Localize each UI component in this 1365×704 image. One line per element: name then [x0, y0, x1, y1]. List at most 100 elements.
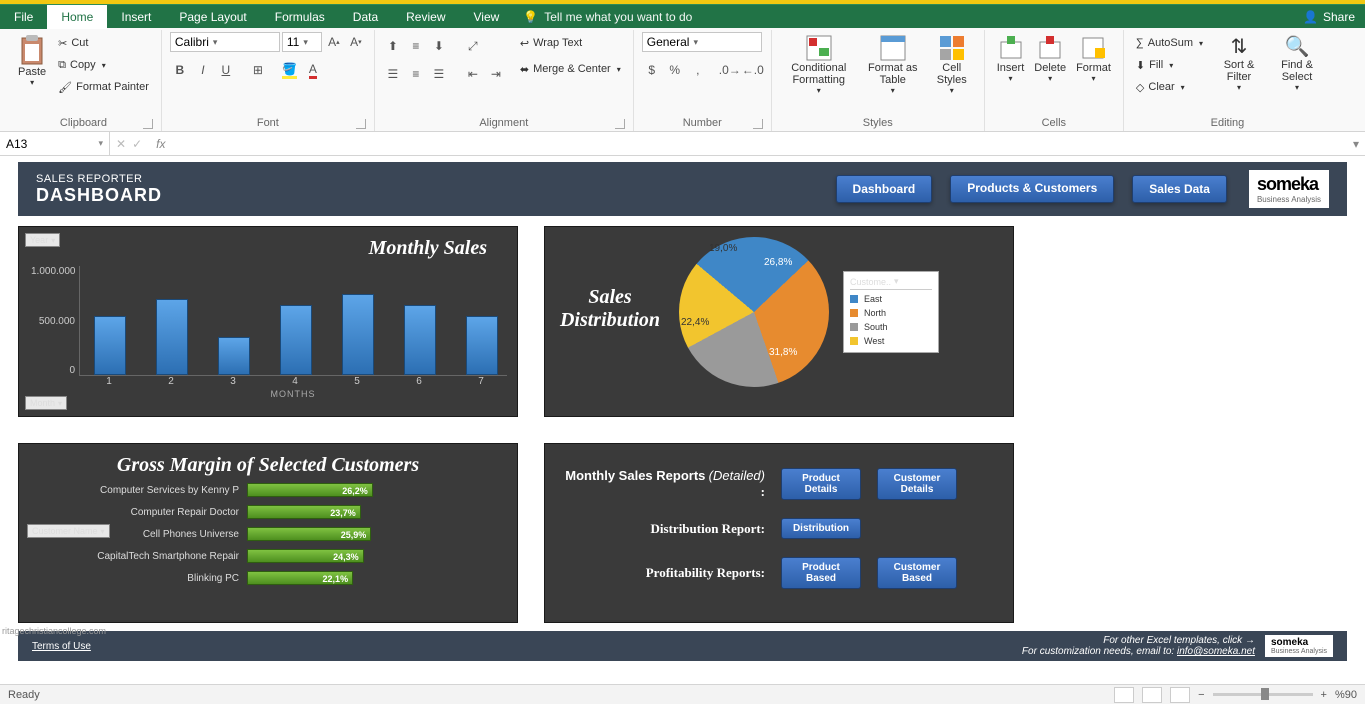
hbar-row: Computer Repair Doctor23,7% — [39, 505, 507, 519]
zoom-in-button[interactable]: + — [1321, 689, 1327, 701]
normal-view-button[interactable] — [1114, 687, 1134, 703]
tab-page-layout[interactable]: Page Layout — [165, 5, 260, 29]
footer-email[interactable]: info@someka.net — [1177, 646, 1255, 657]
bold-button[interactable]: B — [170, 60, 190, 80]
underline-button[interactable]: U — [216, 60, 236, 80]
find-select-button[interactable]: 🔍Find & Select▾ — [1271, 32, 1323, 94]
tab-insert[interactable]: Insert — [107, 5, 165, 29]
accounting-format-button[interactable]: $ — [642, 60, 662, 80]
worksheet-area[interactable]: SALES REPORTER DASHBOARD Dashboard Produ… — [0, 156, 1365, 684]
align-bottom-button[interactable]: ⬇ — [429, 36, 449, 56]
format-as-table-button[interactable]: Format as Table▾ — [860, 32, 926, 97]
comma-button[interactable]: , — [688, 60, 708, 80]
increase-font-button[interactable]: A▴ — [324, 32, 344, 52]
insert-cells-button[interactable]: Insert▾ — [993, 32, 1029, 85]
monthly-sales-card: Year▾ Monthly Sales 1.000.000 500.000 0 … — [18, 226, 518, 417]
terms-link[interactable]: Terms of Use — [32, 641, 91, 652]
tab-file[interactable]: File — [0, 5, 47, 29]
dialog-launcher-icon[interactable] — [356, 119, 366, 129]
tab-formulas[interactable]: Formulas — [261, 5, 339, 29]
delete-cells-button[interactable]: Delete▾ — [1030, 32, 1070, 85]
share-button[interactable]: 👤 Share — [1303, 10, 1355, 24]
sort-icon: ⇅ — [1231, 34, 1248, 59]
tab-home[interactable]: Home — [47, 5, 107, 29]
expand-formula-bar-icon[interactable]: ▾ — [1347, 137, 1365, 151]
decrease-decimal-button[interactable]: ←.0 — [743, 60, 763, 80]
customer-based-button[interactable]: Customer Based — [877, 557, 957, 589]
dialog-launcher-icon[interactable] — [143, 119, 153, 129]
autosum-button[interactable]: ∑AutoSum▾ — [1132, 32, 1207, 54]
zoom-out-button[interactable]: − — [1198, 689, 1204, 701]
hbar-value: 24,3% — [333, 550, 359, 564]
ytick: 1.000.000 — [31, 266, 75, 277]
chevron-down-icon: ▾ — [1199, 39, 1203, 48]
zoom-level[interactable]: %90 — [1335, 689, 1357, 701]
dialog-launcher-icon[interactable] — [753, 119, 763, 129]
font-color-button[interactable]: A — [303, 60, 323, 80]
increase-decimal-button[interactable]: .0→ — [720, 60, 740, 80]
cut-button[interactable]: ✂Cut — [54, 32, 153, 54]
format-cells-button[interactable]: Format▾ — [1072, 32, 1115, 85]
fill-button[interactable]: ⬇Fill▾ — [1132, 54, 1207, 76]
chevron-down-icon[interactable]: ▾ — [894, 276, 899, 287]
nav-dashboard-button[interactable]: Dashboard — [836, 175, 933, 203]
name-box[interactable]: A13▾ — [0, 132, 110, 155]
sales-distribution-card: Sales Distribution 26,8%31,8%22,4%19,0% … — [544, 226, 1014, 417]
tell-me[interactable]: 💡 Tell me what you want to do — [513, 10, 692, 24]
copy-button[interactable]: ⧉Copy▾ — [54, 54, 153, 76]
cell-styles-button[interactable]: Cell Styles▾ — [928, 32, 976, 97]
increase-indent-button[interactable]: ⇥ — [486, 64, 506, 84]
zoom-thumb[interactable] — [1261, 688, 1269, 700]
nav-sales-data-button[interactable]: Sales Data — [1132, 175, 1227, 203]
clear-label: Clear — [1148, 81, 1174, 93]
tab-view[interactable]: View — [460, 5, 514, 29]
align-center-button[interactable]: ≡ — [406, 64, 426, 84]
font-name-select[interactable]: Calibri▾ — [170, 32, 280, 52]
sort-filter-button[interactable]: ⇅Sort & Filter▾ — [1213, 32, 1265, 94]
format-painter-button[interactable]: 🖌Format Painter — [54, 76, 153, 98]
group-label: Editing — [1132, 115, 1323, 131]
cancel-icon[interactable]: ✕ — [116, 137, 126, 151]
distribution-button[interactable]: Distribution — [781, 518, 861, 539]
font-size-select[interactable]: 11▾ — [282, 32, 322, 52]
italic-button[interactable]: I — [193, 60, 213, 80]
zoom-slider[interactable] — [1213, 693, 1313, 696]
merge-center-button[interactable]: ⬌Merge & Center▾ — [516, 58, 625, 80]
customer-name-slicer[interactable]: Customer Name▾ — [27, 524, 110, 538]
align-left-button[interactable]: ☰ — [383, 64, 403, 84]
page-break-view-button[interactable] — [1170, 687, 1190, 703]
customer-details-button[interactable]: Customer Details — [877, 468, 957, 500]
tab-data[interactable]: Data — [339, 5, 392, 29]
hbar-fill: 22,1% — [247, 571, 353, 585]
conditional-formatting-button[interactable]: Conditional Formatting▾ — [780, 32, 858, 97]
percent-button[interactable]: % — [665, 60, 685, 80]
number-format-select[interactable]: General▾ — [642, 32, 762, 52]
decrease-indent-button[interactable]: ⇤ — [463, 64, 483, 84]
bar — [218, 337, 250, 376]
wrap-text-button[interactable]: ↩Wrap Text — [516, 32, 625, 54]
product-based-button[interactable]: Product Based — [781, 557, 861, 589]
border-button[interactable]: ⊞ — [248, 60, 268, 80]
align-middle-button[interactable]: ≡ — [406, 36, 426, 56]
report-label: Monthly Sales Reports (Detailed) : — [565, 468, 765, 500]
paste-button[interactable]: Paste ▾ — [14, 32, 50, 89]
product-details-button[interactable]: Product Details — [781, 468, 861, 500]
nav-products-button[interactable]: Products & Customers — [950, 175, 1114, 203]
tab-review[interactable]: Review — [392, 5, 459, 29]
enter-icon[interactable]: ✓ — [132, 137, 142, 151]
year-slicer[interactable]: Year▾ — [25, 233, 60, 247]
month-slicer[interactable]: Month▾ — [25, 396, 67, 410]
align-top-button[interactable]: ⬆ — [383, 36, 403, 56]
align-right-button[interactable]: ☰ — [429, 64, 449, 84]
status-ready: Ready — [8, 689, 40, 701]
orientation-button[interactable]: ⤢ — [463, 36, 483, 56]
x-tick: 2 — [155, 376, 187, 387]
fill-color-button[interactable]: 🪣 — [280, 60, 300, 80]
dialog-launcher-icon[interactable] — [615, 119, 625, 129]
fx-label[interactable]: fx — [156, 137, 165, 151]
chevron-down-icon: ▾ — [1295, 83, 1299, 92]
decrease-font-button[interactable]: A▾ — [346, 32, 366, 52]
page-layout-view-button[interactable] — [1142, 687, 1162, 703]
legend-item: East — [850, 292, 932, 306]
clear-button[interactable]: ◇Clear▾ — [1132, 76, 1207, 98]
